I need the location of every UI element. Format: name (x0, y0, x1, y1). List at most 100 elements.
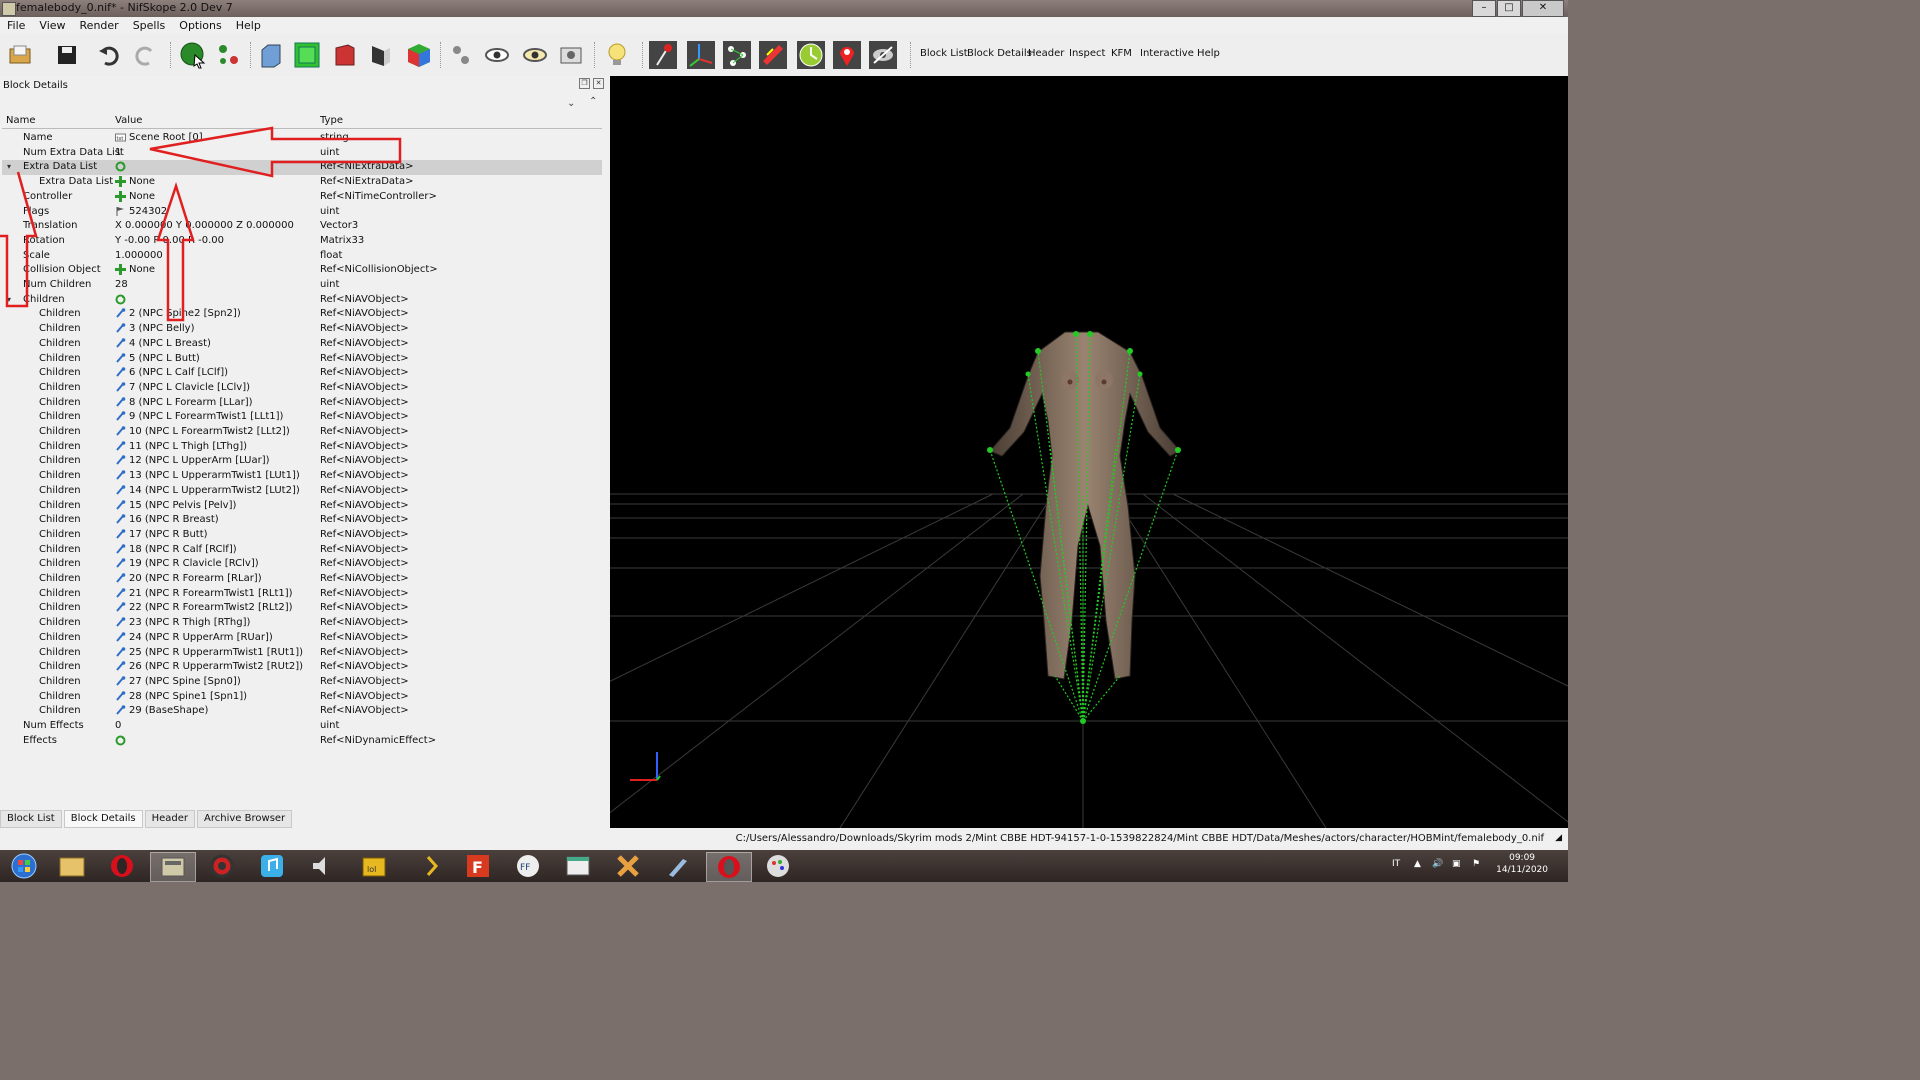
field-value-cell[interactable]: 12 (NPC L UpperArm [LUar]) (115, 455, 270, 466)
tree-row[interactable]: Scale 1.000000 float (2, 249, 602, 264)
field-value-cell[interactable] (115, 161, 129, 172)
tree-row[interactable]: Children 4 (NPC L Breast) Ref<NiAVObject> (2, 337, 602, 352)
size-grip-icon[interactable]: ◢ (1555, 833, 1562, 843)
show-markers-pin-icon[interactable] (832, 40, 862, 70)
maximize-button[interactable]: □ (1497, 0, 1521, 17)
field-value-cell[interactable]: 26 (NPC R UpperarmTwist2 [RUt2]) (115, 661, 303, 672)
show-markers-icon[interactable] (648, 40, 678, 70)
show-nodes-icon[interactable] (722, 40, 752, 70)
tree-row[interactable]: Children 2 (NPC Spine2 [Spn2]) Ref<NiAVObj… (2, 307, 602, 322)
language-indicator[interactable]: IT (1392, 859, 1400, 869)
collapse-all-icon[interactable]: ⌄ (567, 98, 575, 109)
field-value-cell[interactable]: 19 (NPC R Clavicle [RClv]) (115, 558, 259, 569)
tree-row[interactable]: Children 14 (NPC L UpperarmTwist2 [LUt2])… (2, 484, 602, 499)
eye-alt-icon[interactable] (520, 40, 550, 70)
tree-row[interactable]: Children 17 (NPC R Butt) Ref<NiAVObject> (2, 528, 602, 543)
tree-row[interactable]: Effects Ref<NiDynamicEffect> (2, 734, 602, 749)
tree-row[interactable]: ▾ Children Ref<NiAVObject> (2, 293, 602, 308)
window-app-icon[interactable] (556, 852, 600, 880)
field-value-cell[interactable]: None (115, 176, 155, 188)
show-hidden-icon[interactable] (868, 40, 898, 70)
tree-row[interactable]: Children 19 (NPC R Clavicle [RClv]) Ref<Ni… (2, 557, 602, 572)
tree-row[interactable]: Children 13 (NPC L UpperarmTwist1 [LUt1])… (2, 469, 602, 484)
tree-row[interactable]: Children 3 (NPC Belly) Ref<NiAVObject> (2, 322, 602, 337)
ffdec-icon[interactable]: FF (506, 852, 550, 880)
menu-spells[interactable]: Spells (126, 17, 173, 34)
tree-row[interactable]: Children 16 (NPC R Breast) Ref<NiAVObject> (2, 513, 602, 528)
expander-icon[interactable]: ▾ (7, 162, 11, 171)
view-front-icon[interactable] (256, 40, 286, 70)
field-value-cell[interactable]: Y -0.00 P 0.00 R -0.00 (115, 235, 224, 246)
toolbar-kfm[interactable]: KFM (1111, 48, 1132, 59)
pen-app-icon[interactable] (656, 852, 700, 880)
show-axes-icon[interactable] (686, 40, 716, 70)
toolbar-inspect[interactable]: Inspect (1069, 48, 1105, 59)
field-value-cell[interactable]: 3 (NPC Belly) (115, 323, 195, 334)
view-top-icon[interactable] (292, 40, 322, 70)
toolbar-interactive-help[interactable]: Interactive Help (1140, 48, 1220, 59)
field-value-cell[interactable]: txt Scene Root [0] (115, 132, 203, 143)
tree-row[interactable]: Num Children 28 uint (2, 278, 602, 293)
opera-icon[interactable] (100, 852, 144, 880)
minimize-button[interactable]: – (1472, 0, 1496, 17)
tree-row[interactable]: Children 10 (NPC L ForearmTwist2 [LLt2]) R… (2, 425, 602, 440)
close-button[interactable]: ✕ (1522, 0, 1564, 17)
field-value-cell[interactable]: 6 (NPC L Calf [LClf]) (115, 367, 228, 378)
redo-icon[interactable] (130, 40, 160, 70)
music-icon[interactable] (250, 852, 294, 880)
field-value-cell[interactable]: 23 (NPC R Thigh [RThg]) (115, 617, 250, 628)
toolbar-header[interactable]: Header (1028, 48, 1064, 59)
menu-options[interactable]: Options (172, 17, 228, 34)
tree-row[interactable]: Name txt Scene Root [0] string (2, 131, 602, 146)
column-name[interactable]: Name (6, 115, 36, 126)
field-value-cell[interactable]: 2 (NPC Spine2 [Spn2]) (115, 308, 241, 319)
expander-icon[interactable]: ▾ (7, 295, 11, 304)
field-value-cell[interactable]: 16 (NPC R Breast) (115, 514, 219, 525)
tree-row[interactable]: Children 20 (NPC R Forearm [RLar]) Ref<NiA… (2, 572, 602, 587)
field-value-cell[interactable]: 22 (NPC R ForearmTwist2 [RLt2]) (115, 602, 293, 613)
field-value-cell[interactable]: 15 (NPC Pelvis [Pelv]) (115, 500, 236, 511)
select-object-icon[interactable] (178, 40, 208, 70)
tree-row[interactable]: Children 29 (BaseShape) Ref<NiAVObject> (2, 704, 602, 719)
menu-view[interactable]: View (32, 17, 72, 34)
field-value-cell[interactable]: 5 (NPC L Butt) (115, 353, 200, 364)
tree-row[interactable]: Children 25 (NPC R UpperarmTwist1 [RUt1])… (2, 646, 602, 661)
field-value-cell[interactable]: 18 (NPC R Calf [RClf]) (115, 544, 237, 555)
tree-row[interactable]: Children 5 (NPC L Butt) Ref<NiAVObject> (2, 352, 602, 367)
details-tree[interactable]: Name Value Type Name txt Scene Root [0] str… (2, 114, 602, 804)
field-value-cell[interactable]: 8 (NPC L Forearm [LLar]) (115, 397, 253, 408)
tree-row[interactable]: Children 23 (NPC R Thigh [RThg]) Ref<NiAVO… (2, 616, 602, 631)
tab-block-details[interactable]: Block Details (63, 810, 143, 828)
tab-archive-browser[interactable]: Archive Browser (197, 810, 293, 828)
tree-row[interactable]: Translation X 0.000000 Y 0.000000 Z 0.000… (2, 219, 602, 234)
tree-row[interactable]: ▾ Extra Data List Ref<NiExtraData> (2, 160, 602, 176)
field-value-cell[interactable]: 29 (BaseShape) (115, 705, 208, 716)
tree-row[interactable]: Flags 524302 uint (2, 205, 602, 220)
field-value-cell[interactable]: 9 (NPC L ForearmTwist1 [LLt1]) (115, 411, 283, 422)
nifskope-task-icon[interactable] (150, 852, 196, 882)
field-value-cell[interactable]: 7 (NPC L Clavicle [LClv]) (115, 382, 250, 393)
f-app-icon[interactable]: F (456, 852, 500, 880)
field-value-cell[interactable]: 28 (NPC Spine1 [Spn1]) (115, 691, 247, 702)
field-value-cell[interactable]: 11 (NPC L Thigh [LThg]) (115, 441, 247, 452)
menu-render[interactable]: Render (73, 17, 126, 34)
show-constraints-icon[interactable] (796, 40, 826, 70)
field-value-cell[interactable]: 0 (115, 720, 121, 731)
tab-block-list[interactable]: Block List (0, 810, 62, 828)
tree-row[interactable]: Children 26 (NPC R UpperarmTwist2 [RUt2])… (2, 660, 602, 675)
paint-app-icon[interactable] (756, 852, 800, 880)
menu-file[interactable]: File (0, 17, 32, 34)
tree-row[interactable]: Children 12 (NPC L UpperArm [LUar]) Ref<Ni… (2, 454, 602, 469)
tree-row[interactable]: Children 6 (NPC L Calf [LClf]) Ref<NiAVObj… (2, 366, 602, 381)
tree-row[interactable]: Children 8 (NPC L Forearm [LLar]) Ref<NiAV… (2, 396, 602, 411)
eye-icon[interactable] (482, 40, 512, 70)
tree-row[interactable]: Children 7 (NPC L Clavicle [LClv]) Ref<NiA… (2, 381, 602, 396)
tab-header[interactable]: Header (144, 810, 196, 828)
save-icon[interactable] (52, 40, 82, 70)
lightbulb-icon[interactable] (602, 40, 632, 70)
field-value-cell[interactable]: 20 (NPC R Forearm [RLar]) (115, 573, 262, 584)
toolbar-block-details[interactable]: Block Details (967, 48, 1032, 59)
field-value-cell[interactable]: 4 (NPC L Breast) (115, 338, 211, 349)
network-icon[interactable]: ▣ (1452, 859, 1461, 869)
tree-row[interactable]: Children 22 (NPC R ForearmTwist2 [RLt2]) R… (2, 601, 602, 616)
